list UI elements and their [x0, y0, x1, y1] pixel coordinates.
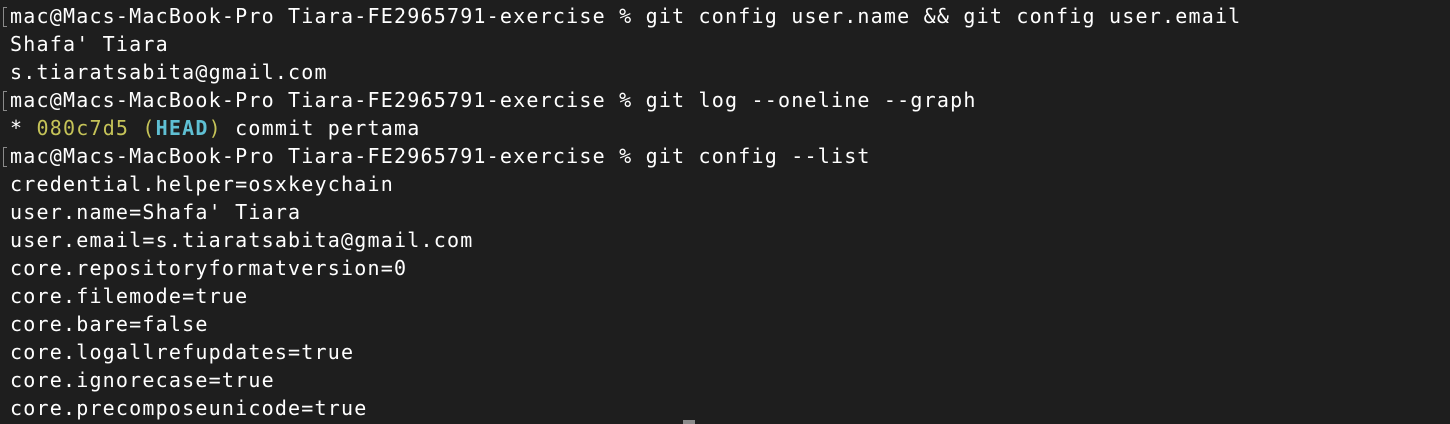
prompt-mark [3, 147, 7, 167]
commit-hash: 080c7d5 [36, 116, 130, 140]
terminal-window[interactable]: mac@Macs-MacBook-Pro Tiara-FE2965791-exe… [0, 0, 1450, 424]
terminal-line-output: Shafa' Tiara [10, 32, 169, 56]
terminal-line-prompt: mac@Macs-MacBook-Pro Tiara-FE2965791-exe… [10, 86, 977, 114]
ref-open-paren: ( [129, 116, 156, 140]
command-text: git config user.name && git config user.… [645, 4, 1242, 28]
text-cursor [683, 420, 695, 424]
shell-prompt: mac@Macs-MacBook-Pro Tiara-FE2965791-exe… [10, 144, 646, 168]
terminal-line-output: core.ignorecase=true [10, 368, 275, 392]
graph-marker: * [10, 116, 37, 140]
shell-prompt: mac@Macs-MacBook-Pro Tiara-FE2965791-exe… [10, 88, 646, 112]
terminal-line-output: core.filemode=true [10, 284, 249, 308]
terminal-line-output: user.name=Shafa' Tiara [10, 200, 302, 224]
commit-message: commit pertama [221, 116, 421, 140]
shell-prompt: mac@Macs-MacBook-Pro Tiara-FE2965791-exe… [10, 4, 646, 28]
terminal-line-output: credential.helper=osxkeychain [10, 172, 394, 196]
head-ref: HEAD [155, 116, 209, 140]
terminal-line-output: core.bare=false [10, 312, 209, 336]
terminal-line-output: core.repositoryformatversion=0 [10, 256, 408, 280]
prompt-mark [3, 7, 7, 27]
ref-close-paren: ) [208, 116, 222, 140]
terminal-line-output: user.email=s.tiaratsabita@gmail.com [10, 228, 474, 252]
terminal-line-output: s.tiaratsabita@gmail.com [10, 60, 328, 84]
terminal-line-prompt: mac@Macs-MacBook-Pro Tiara-FE2965791-exe… [10, 2, 1241, 30]
terminal-line-output: core.precomposeunicode=true [10, 396, 368, 420]
command-text: git log --oneline --graph [645, 88, 977, 112]
command-text: git config --list [645, 144, 871, 168]
prompt-mark [3, 91, 7, 111]
terminal-line-prompt: mac@Macs-MacBook-Pro Tiara-FE2965791-exe… [10, 142, 871, 170]
terminal-line-log: * 080c7d5 (HEAD) commit pertama [10, 114, 421, 142]
terminal-line-output: core.logallrefupdates=true [10, 340, 355, 364]
